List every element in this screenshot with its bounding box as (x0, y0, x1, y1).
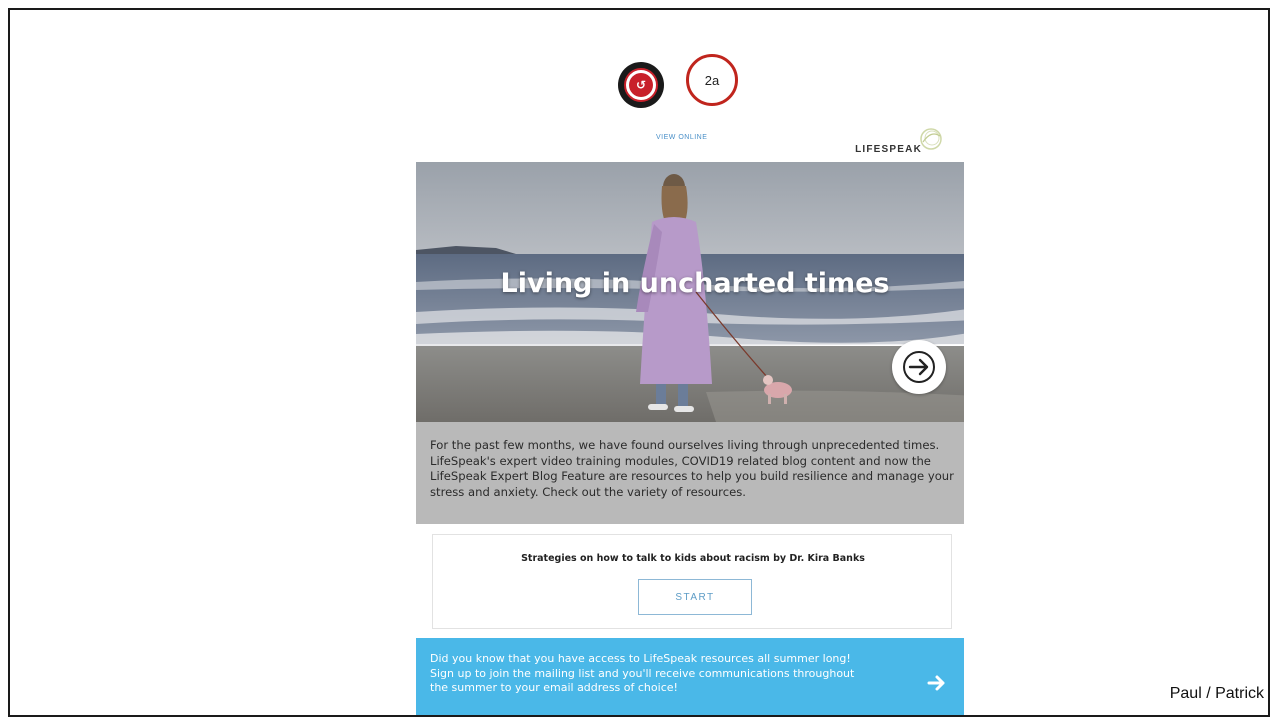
email-header: VIEW ONLINE LIFESPEAK (406, 116, 964, 160)
intro-section: For the past few months, we have found o… (416, 422, 964, 524)
step-callout-label: 2a (704, 72, 720, 88)
arrow-right-icon[interactable] (926, 672, 948, 694)
email-preview: VIEW ONLINE LIFESPEAK Living in uncharte… (406, 116, 964, 715)
hero-title: Living in uncharted times (500, 268, 890, 299)
summer-banner-text: Did you know that you have access to Lif… (430, 652, 855, 695)
logo-mark-icon: ↺ (629, 73, 653, 97)
step-callout: 2a (686, 54, 738, 106)
slide-frame: ↺ 2a VIEW ONLINE LIFESPEAK Living in unc… (8, 8, 1270, 717)
intro-text: For the past few months, we have found o… (430, 438, 954, 499)
brand-name: LIFESPEAK (855, 144, 922, 155)
organization-logo: ↺ (618, 62, 664, 108)
summer-banner[interactable]: Did you know that you have access to Lif… (416, 638, 964, 715)
arrow-right-icon (903, 351, 935, 383)
resource-title: Strategies on how to talk to kids about … (521, 553, 865, 564)
presenter-names: Paul / Patrick (1169, 685, 1264, 702)
hero-next-button[interactable] (892, 340, 946, 394)
resource-card: Strategies on how to talk to kids about … (432, 534, 952, 629)
lifespeak-logo: LIFESPEAK (855, 122, 944, 158)
hero-banner[interactable]: Living in uncharted times (416, 162, 964, 422)
start-button[interactable]: START (638, 579, 752, 615)
view-online-link[interactable]: VIEW ONLINE (656, 134, 707, 141)
swirl-logo-icon (920, 128, 942, 150)
